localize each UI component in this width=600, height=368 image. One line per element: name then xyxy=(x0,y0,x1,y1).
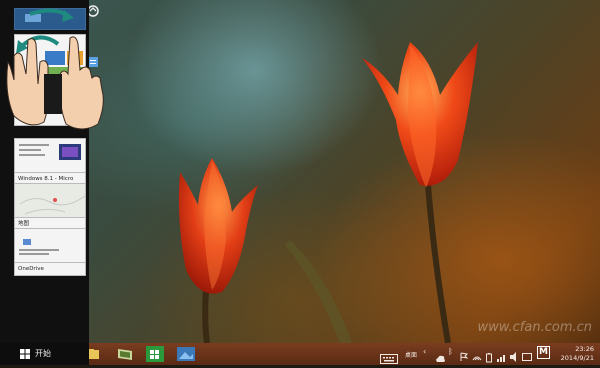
store-icon[interactable] xyxy=(145,345,165,363)
clock-date: 2014/9/21 xyxy=(560,354,594,362)
clock-time: 23:26 xyxy=(575,345,594,353)
battery-icon[interactable] xyxy=(486,348,492,367)
switcher-item-onedrive[interactable]: OneDrive xyxy=(14,228,86,276)
switcher-thumbnail xyxy=(14,183,86,218)
desktop-toolbar-label[interactable]: 桌面 xyxy=(405,350,417,359)
switcher-item-maps[interactable]: 地图 xyxy=(14,183,86,231)
tulip-right xyxy=(362,42,478,188)
bluetooth-icon[interactable]: ᛒ xyxy=(448,347,453,356)
start-button[interactable]: 开始 xyxy=(0,343,89,365)
switcher-item-label: OneDrive xyxy=(14,263,86,276)
keyboard-layout-icon[interactable] xyxy=(522,347,532,366)
ime-mode-icon[interactable]: M xyxy=(537,346,550,359)
windows-logo-icon xyxy=(20,349,30,359)
swipe-gesture-illustration xyxy=(6,8,104,130)
volume-icon[interactable] xyxy=(510,347,520,366)
keyboard-icon[interactable] xyxy=(380,349,398,368)
chevron-left-icon[interactable]: ‹ xyxy=(423,347,426,356)
onedrive-tray-icon[interactable] xyxy=(435,348,445,367)
switcher-item-windows[interactable]: Windows 8.1 - Micro xyxy=(14,138,86,186)
file-manager-icon[interactable] xyxy=(116,345,136,363)
taskbar: 开始 桌面 ‹ ᛒ M 23:26 2014/9/21 xyxy=(0,343,600,365)
file-explorer-icon[interactable] xyxy=(89,345,101,363)
switcher-thumbnail xyxy=(14,228,86,263)
clock[interactable]: 23:26 2014/9/21 xyxy=(561,345,594,363)
network-icon[interactable] xyxy=(472,347,482,366)
switcher-thumbnail xyxy=(14,138,86,173)
start-label: 开始 xyxy=(35,349,51,358)
watermark: www.cfan.com.cn xyxy=(477,320,592,335)
photos-icon[interactable] xyxy=(176,345,196,363)
signal-icon[interactable] xyxy=(497,347,507,366)
tulip-left xyxy=(178,158,258,294)
action-flag-icon[interactable] xyxy=(460,347,469,366)
app-switcher: 电脑设置 Windows 8.1 - Micro 地图 OneDrive xyxy=(0,0,104,365)
